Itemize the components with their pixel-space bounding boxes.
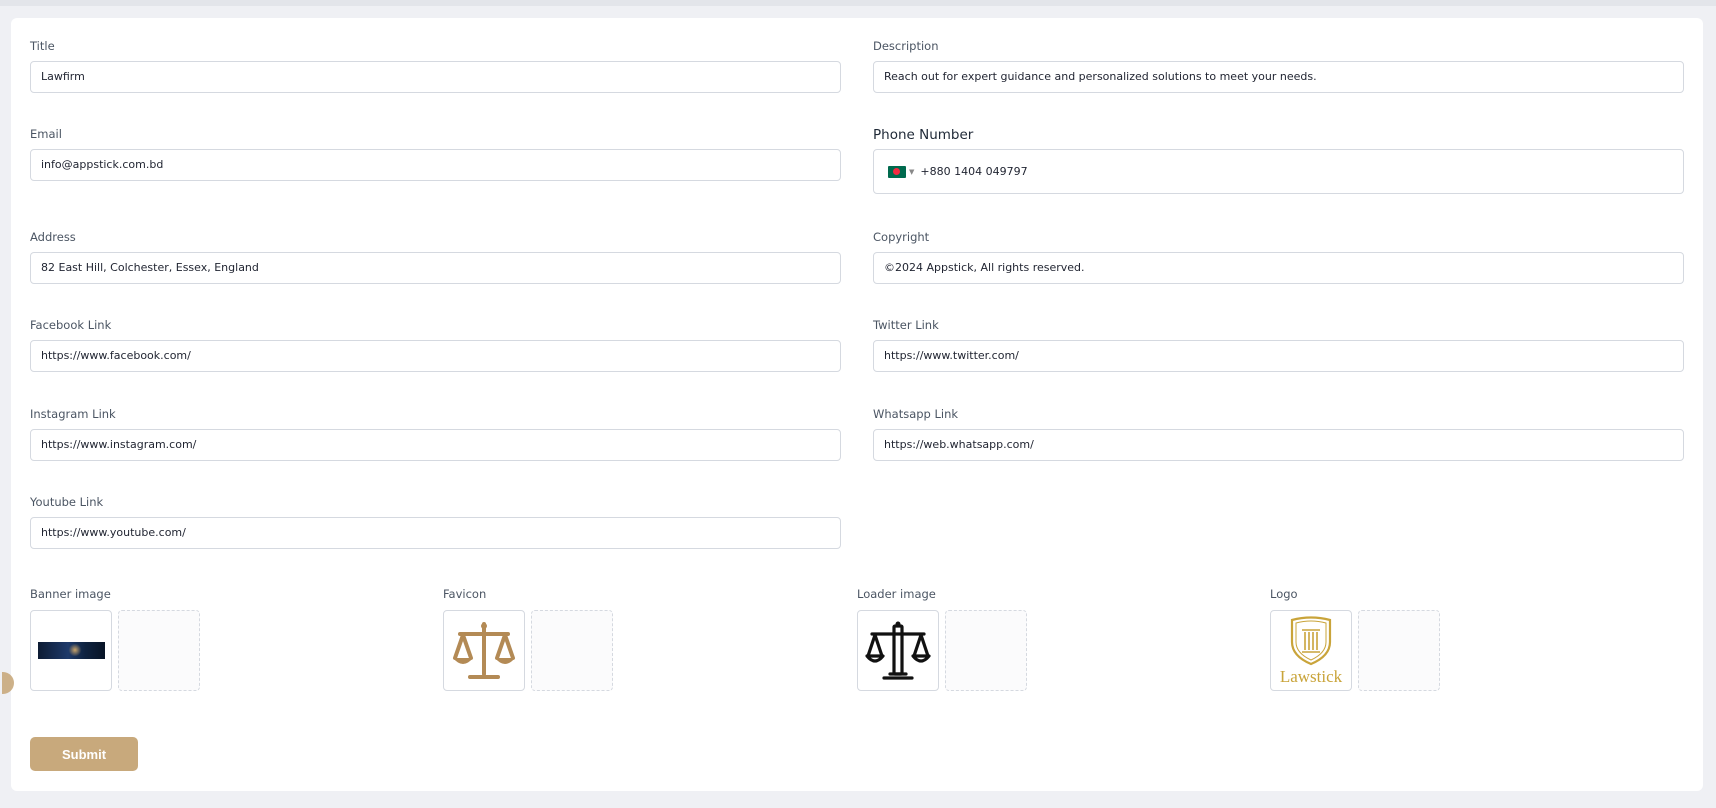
top-strip xyxy=(0,0,1716,6)
phone-field: Phone Number ▼ +880 1404 049797 xyxy=(873,127,1684,194)
title-field: Title Lawfirm xyxy=(30,38,841,93)
logo-upload: Logo Lawstick xyxy=(1270,586,1470,691)
balance-scale-icon xyxy=(865,621,931,680)
twitter-field: Twitter Link https://www.twitter.com/ xyxy=(873,317,1684,372)
description-field: Description Reach out for expert guidanc… xyxy=(873,38,1684,93)
email-input[interactable]: info@appstick.com.bd xyxy=(30,149,841,181)
facebook-field: Facebook Link https://www.facebook.com/ xyxy=(30,317,841,372)
settings-form-card: Title Lawfirm Description Reach out for … xyxy=(2,18,1703,791)
favicon-label: Favicon xyxy=(443,587,487,601)
chevron-down-icon[interactable]: ▼ xyxy=(909,168,914,176)
twitter-input[interactable]: https://www.twitter.com/ xyxy=(873,340,1684,372)
email-field: Email info@appstick.com.bd xyxy=(30,126,841,181)
banner-label: Banner image xyxy=(30,587,111,601)
description-input[interactable]: Reach out for expert guidance and person… xyxy=(873,61,1684,93)
favicon-preview[interactable] xyxy=(443,610,525,691)
submit-button[interactable]: Submit xyxy=(30,737,138,771)
banner-dropzone[interactable] xyxy=(118,610,200,691)
logo-wordmark: Lawstick xyxy=(1280,667,1343,686)
title-label: Title xyxy=(30,39,55,53)
whatsapp-label: Whatsapp Link xyxy=(873,407,959,421)
youtube-input[interactable]: https://www.youtube.com/ xyxy=(30,517,841,549)
whatsapp-field: Whatsapp Link https://web.whatsapp.com/ xyxy=(873,406,1684,461)
bangladesh-flag-icon[interactable] xyxy=(888,165,906,178)
phone-input[interactable]: +880 1404 049797 xyxy=(920,165,1027,178)
facebook-input[interactable]: https://www.facebook.com/ xyxy=(30,340,841,372)
banner-preview[interactable] xyxy=(30,610,112,691)
favicon-dropzone[interactable] xyxy=(531,610,613,691)
lawstick-logo: Lawstick xyxy=(1280,615,1343,686)
instagram-field: Instagram Link https://www.instagram.com… xyxy=(30,406,841,461)
logo-dropzone[interactable] xyxy=(1358,610,1440,691)
email-label: Email xyxy=(30,127,62,141)
banner-image xyxy=(37,642,105,659)
phone-input-box: ▼ +880 1404 049797 xyxy=(873,149,1684,194)
scales-of-justice-icon xyxy=(453,621,515,679)
twitter-label: Twitter Link xyxy=(873,318,939,332)
address-input[interactable]: 82 East Hill, Colchester, Essex, England xyxy=(30,252,841,284)
logo-preview[interactable]: Lawstick xyxy=(1270,610,1352,691)
facebook-label: Facebook Link xyxy=(30,318,112,332)
copyright-field: Copyright ©2024 Appstick, All rights res… xyxy=(873,229,1684,284)
copyright-label: Copyright xyxy=(873,230,930,244)
phone-label: Phone Number xyxy=(873,127,974,143)
title-input[interactable]: Lawfirm xyxy=(30,61,841,93)
banner-upload: Banner image xyxy=(30,586,230,691)
favicon-upload: Favicon xyxy=(443,586,643,691)
logo-label: Logo xyxy=(1270,587,1298,601)
instagram-label: Instagram Link xyxy=(30,407,116,421)
loader-upload: Loader image xyxy=(857,586,1057,691)
description-label: Description xyxy=(873,39,939,53)
youtube-label: Youtube Link xyxy=(30,495,104,509)
sidebar-toggle-handle[interactable] xyxy=(2,672,14,694)
loader-dropzone[interactable] xyxy=(945,610,1027,691)
address-field: Address 82 East Hill, Colchester, Essex,… xyxy=(30,229,841,284)
loader-preview[interactable] xyxy=(857,610,939,691)
address-label: Address xyxy=(30,230,76,244)
loader-label: Loader image xyxy=(857,587,936,601)
copyright-input[interactable]: ©2024 Appstick, All rights reserved. xyxy=(873,252,1684,284)
whatsapp-input[interactable]: https://web.whatsapp.com/ xyxy=(873,429,1684,461)
youtube-field: Youtube Link https://www.youtube.com/ xyxy=(30,494,841,549)
instagram-input[interactable]: https://www.instagram.com/ xyxy=(30,429,841,461)
